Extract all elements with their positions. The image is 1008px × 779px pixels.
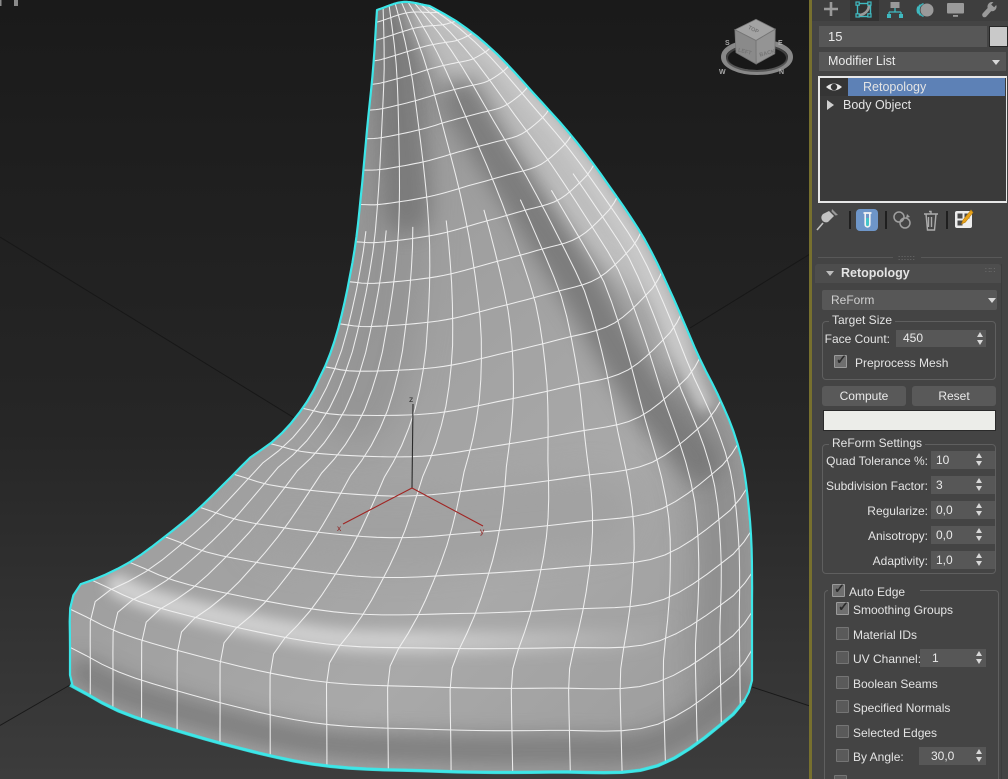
svg-text:z: z [409,394,413,404]
svg-text:S: S [725,40,730,47]
svg-text:W: W [719,69,726,76]
svg-text:E: E [778,40,783,47]
svg-text:N: N [779,69,784,76]
